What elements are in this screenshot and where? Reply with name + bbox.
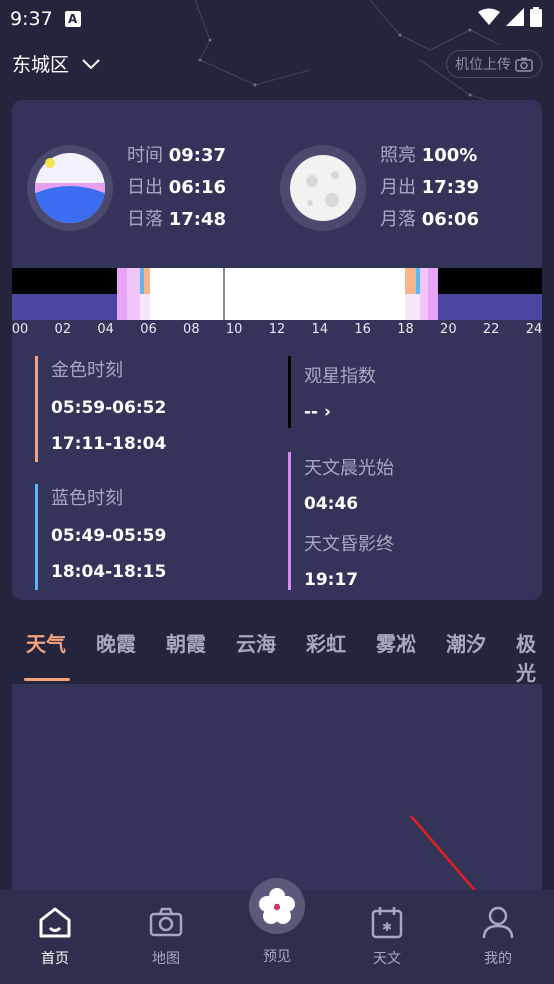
sunrise-label: 日出 bbox=[127, 177, 163, 198]
timeline-tick: 02 bbox=[54, 322, 72, 337]
blue-hour-title: 蓝色时刻 bbox=[51, 488, 123, 509]
timeline-tick: 24 bbox=[525, 322, 542, 337]
tab-aurora[interactable]: 极光 bbox=[516, 628, 554, 686]
golden-hour-section: 金色时刻 05:59-06:52 17:11-18:04 bbox=[51, 356, 166, 454]
stargazing-title: 观星指数 bbox=[304, 366, 376, 387]
timeline-tick: 18 bbox=[397, 322, 414, 337]
time-label: 时间 bbox=[127, 145, 163, 166]
battery-icon bbox=[530, 7, 542, 27]
moon-info: 照亮 100% 月出 17:39 月落 06:06 bbox=[380, 140, 479, 236]
moon-phase-icon bbox=[280, 145, 366, 231]
tab-rime[interactable]: 雾凇 bbox=[376, 628, 416, 657]
location-selector[interactable]: 东城区 bbox=[12, 50, 101, 77]
timeline-tick: 06 bbox=[140, 322, 157, 337]
blue-hour-evening: 18:04-18:15 bbox=[51, 562, 167, 582]
nav-profile[interactable]: 我的 bbox=[458, 902, 538, 968]
timeline-tick: 04 bbox=[97, 322, 114, 337]
nav-map[interactable]: 地图 bbox=[126, 902, 206, 968]
camera-icon bbox=[149, 907, 183, 937]
astro-dawn-value: 04:46 bbox=[304, 494, 359, 514]
timeline-ticks: 00 02 04 06 08 10 12 14 16 18 20 22 24 bbox=[12, 322, 542, 342]
sun-moon-card: 时间 09:37 日出 06:16 日落 17:48 照亮 100% 月出 17… bbox=[12, 100, 542, 600]
astro-dusk-section: 天文昏影终 19:17 bbox=[304, 530, 394, 590]
person-icon bbox=[482, 906, 514, 939]
sun-position-icon bbox=[27, 145, 113, 231]
camera-icon bbox=[515, 57, 533, 72]
moonrise-label: 月出 bbox=[380, 177, 416, 198]
calendar-icon: ✱ bbox=[371, 907, 403, 939]
sunset-label: 日落 bbox=[127, 209, 163, 230]
upload-spot-label: 机位上传 bbox=[455, 57, 511, 73]
moonset-label: 月落 bbox=[380, 209, 416, 230]
category-tabs: 天气 晚霞 朝霞 云海 彩虹 雾凇 潮汐 极光 bbox=[0, 620, 554, 685]
nav-preview-label: 预见 bbox=[263, 949, 291, 965]
stargazing-value[interactable]: -- › bbox=[304, 402, 376, 422]
timeline-tick: 16 bbox=[354, 322, 371, 337]
preview-button[interactable] bbox=[249, 878, 305, 934]
tab-rainbow[interactable]: 彩虹 bbox=[306, 628, 346, 657]
sun-info: 时间 09:37 日出 06:16 日落 17:48 bbox=[127, 140, 226, 236]
chevron-down-icon bbox=[82, 58, 100, 69]
golden-hour-bar bbox=[35, 356, 38, 462]
status-bar: 9:37 A bbox=[0, 0, 554, 38]
sunrise-value: 06:16 bbox=[168, 177, 227, 198]
astro-dawn-section: 天文晨光始 04:46 bbox=[304, 454, 394, 514]
blue-hour-morning: 05:49-05:59 bbox=[51, 526, 167, 546]
tab-tide[interactable]: 潮汐 bbox=[446, 628, 486, 657]
astro-dusk-title: 天文昏影终 bbox=[304, 534, 394, 555]
tab-sunset-glow[interactable]: 晚霞 bbox=[96, 628, 136, 657]
timeline-tick: 00 bbox=[12, 322, 29, 337]
tab-sunrise-glow[interactable]: 朝霞 bbox=[166, 628, 206, 657]
signal-icon bbox=[506, 8, 524, 26]
astro-dusk-value: 19:17 bbox=[304, 570, 359, 590]
astro-dawn-title: 天文晨光始 bbox=[304, 458, 394, 479]
golden-hour-evening: 17:11-18:04 bbox=[51, 434, 167, 454]
nav-home[interactable]: 首页 bbox=[15, 902, 95, 968]
location-label: 东城区 bbox=[12, 54, 70, 76]
status-time: 9:37 bbox=[10, 8, 53, 30]
active-tab-indicator bbox=[24, 678, 70, 681]
timeline-tick: 22 bbox=[482, 322, 500, 337]
golden-hour-morning: 05:59-06:52 bbox=[51, 398, 167, 418]
svg-text:✱: ✱ bbox=[382, 920, 392, 934]
timeline-tick: 12 bbox=[268, 322, 286, 337]
stargazing-bar bbox=[288, 356, 291, 428]
tab-sea-of-clouds[interactable]: 云海 bbox=[236, 628, 276, 657]
timeline-tick: 08 bbox=[183, 322, 200, 337]
blue-hour-bar bbox=[35, 484, 38, 590]
moonset-value: 06:06 bbox=[421, 209, 480, 230]
illumination-label: 照亮 bbox=[380, 145, 416, 166]
sunset-value: 17:48 bbox=[168, 209, 227, 230]
flower-icon bbox=[259, 888, 295, 924]
nav-profile-label: 我的 bbox=[484, 951, 512, 967]
timeline-tick: 20 bbox=[440, 322, 457, 337]
upload-spot-button[interactable]: 机位上传 bbox=[446, 50, 542, 78]
stargazing-section[interactable]: 观星指数 -- › bbox=[304, 362, 376, 422]
daylight-timeline[interactable] bbox=[12, 268, 542, 320]
nav-astronomy-label: 天文 bbox=[373, 951, 401, 967]
astro-twilight-bar bbox=[288, 452, 291, 590]
home-icon bbox=[39, 907, 71, 938]
golden-hour-title: 金色时刻 bbox=[51, 360, 123, 381]
nav-home-label: 首页 bbox=[41, 951, 69, 967]
header: 东城区 机位上传 bbox=[12, 50, 542, 80]
moonrise-value: 17:39 bbox=[421, 177, 480, 198]
wifi-icon bbox=[478, 8, 500, 25]
notification-icon: A bbox=[64, 11, 81, 27]
illumination-value: 100% bbox=[421, 145, 478, 166]
time-value: 09:37 bbox=[168, 145, 227, 166]
blue-hour-section: 蓝色时刻 05:49-05:59 18:04-18:15 bbox=[51, 484, 166, 582]
nav-map-label: 地图 bbox=[152, 951, 180, 967]
nav-astronomy[interactable]: ✱ 天文 bbox=[347, 902, 427, 968]
timeline-tick: 14 bbox=[311, 322, 329, 337]
tab-weather[interactable]: 天气 bbox=[26, 628, 66, 657]
timeline-tick: 10 bbox=[225, 322, 243, 337]
